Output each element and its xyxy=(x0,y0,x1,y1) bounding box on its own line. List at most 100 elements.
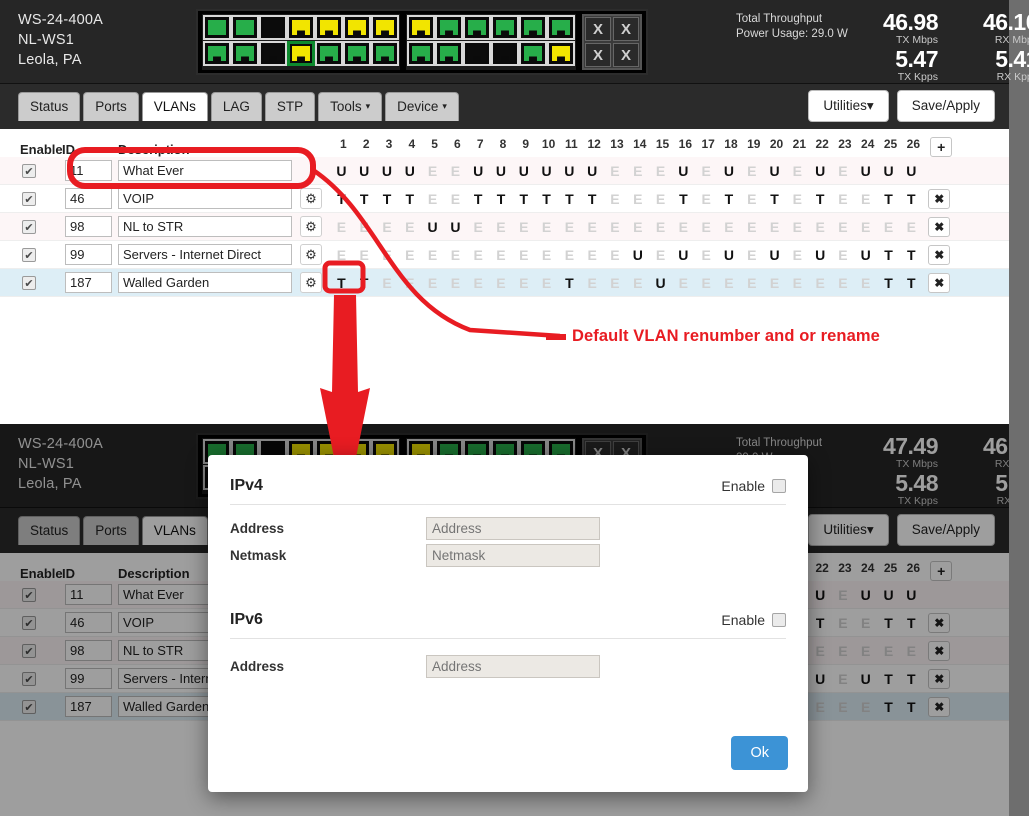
port-membership-cell[interactable]: E xyxy=(672,219,695,235)
port-membership-cell[interactable]: E xyxy=(740,219,763,235)
port-membership-cell[interactable]: E xyxy=(740,191,763,207)
port-membership-cell[interactable]: U xyxy=(672,163,695,179)
port-membership-cell[interactable]: E xyxy=(832,671,855,687)
port-membership-cell[interactable]: U xyxy=(444,219,467,235)
port-membership-cell[interactable]: U xyxy=(535,163,558,179)
port-membership-cell[interactable]: T xyxy=(398,191,421,207)
enable-checkbox[interactable]: ✔ xyxy=(22,700,36,714)
tab-vlans-bottom[interactable]: VLANs xyxy=(141,516,208,545)
save-apply-button-bottom[interactable]: Save/Apply xyxy=(896,514,995,546)
port-membership-cell[interactable]: U xyxy=(900,587,923,603)
port-membership-cell[interactable]: E xyxy=(649,191,672,207)
port-membership-cell[interactable]: E xyxy=(786,247,809,263)
port-membership-cell[interactable]: E xyxy=(353,247,376,263)
port-membership-cell[interactable]: U xyxy=(809,247,832,263)
port-membership-cell[interactable]: T xyxy=(900,247,923,263)
port-pair[interactable] xyxy=(547,15,575,69)
enable-checkbox[interactable]: ✔ xyxy=(22,220,36,234)
port-membership-cell[interactable]: T xyxy=(581,191,604,207)
port-membership-cell[interactable]: T xyxy=(672,191,695,207)
port-membership-cell[interactable]: T xyxy=(900,275,923,291)
port-pair[interactable] xyxy=(259,15,287,69)
port-membership-cell[interactable]: U xyxy=(581,163,604,179)
utilities-button[interactable]: Utilities▾ xyxy=(808,90,889,122)
tab-device[interactable]: Device ▾ xyxy=(385,92,459,121)
port-jack-icon[interactable] xyxy=(371,15,399,40)
port-membership-cell[interactable]: U xyxy=(718,163,741,179)
port-membership-cell[interactable]: E xyxy=(330,219,353,235)
port-membership-cell[interactable]: T xyxy=(809,615,832,631)
port-membership-cell[interactable]: U xyxy=(877,163,900,179)
port-membership-cell[interactable]: E xyxy=(854,699,877,715)
port-membership-cell[interactable]: E xyxy=(353,219,376,235)
port-jack-icon[interactable] xyxy=(547,15,575,40)
port-membership-cell[interactable]: E xyxy=(626,219,649,235)
port-pair[interactable] xyxy=(371,15,399,69)
delete-vlan-button[interactable]: ✖ xyxy=(928,640,951,661)
port-membership-cell[interactable]: E xyxy=(421,247,444,263)
port-membership-cell[interactable]: E xyxy=(467,247,490,263)
port-membership-cell[interactable]: E xyxy=(832,247,855,263)
port-jack-icon[interactable] xyxy=(407,15,435,40)
port-membership-cell[interactable]: E xyxy=(854,191,877,207)
port-membership-cell[interactable]: U xyxy=(398,163,421,179)
port-membership-cell[interactable]: E xyxy=(512,275,535,291)
tab-ports-bottom[interactable]: Ports xyxy=(83,516,139,545)
port-membership-cell[interactable]: E xyxy=(832,275,855,291)
port-membership-cell[interactable]: T xyxy=(877,615,900,631)
port-membership-cell[interactable]: E xyxy=(490,219,513,235)
port-membership-cell[interactable]: E xyxy=(854,219,877,235)
port-jack-icon[interactable] xyxy=(343,41,371,66)
ipv4-enable-checkbox[interactable] xyxy=(772,479,786,493)
port-membership-cell[interactable]: E xyxy=(809,699,832,715)
port-membership-cell[interactable]: E xyxy=(740,163,763,179)
enable-checkbox[interactable]: ✔ xyxy=(22,192,36,206)
table-row[interactable]: ✔ 99 Servers - Internet Direct ⚙ E E E E E E E E E E E… xyxy=(0,241,1009,269)
port-membership-cell[interactable]: T xyxy=(512,191,535,207)
sfp-empty-icon[interactable]: X xyxy=(613,43,639,67)
port-membership-cell[interactable]: E xyxy=(832,643,855,659)
port-membership-cell[interactable]: U xyxy=(854,163,877,179)
port-membership-cell[interactable]: E xyxy=(649,247,672,263)
table-row[interactable]: ✔ 46 VOIP ⚙ T T T T E E T T T T T T E E E T E T E T E T E E T T ✖ xyxy=(0,185,1009,213)
port-jack-icon[interactable] xyxy=(463,15,491,40)
port-membership-cell[interactable]: E xyxy=(535,275,558,291)
vlan-id-input[interactable]: 46 xyxy=(65,612,112,633)
port-jack-icon[interactable] xyxy=(463,41,491,66)
port-membership-cell[interactable]: E xyxy=(581,275,604,291)
port-jack-icon[interactable] xyxy=(287,15,315,40)
vlan-id-input[interactable]: 98 xyxy=(65,640,112,661)
port-membership-cell[interactable]: T xyxy=(877,671,900,687)
gear-icon[interactable]: ⚙ xyxy=(300,244,322,265)
table-row[interactable]: ✔ 11 What Ever U U U U E E U U U U U U E E E U E U E U E U E U U U xyxy=(0,157,1009,185)
port-membership-cell[interactable]: U xyxy=(900,163,923,179)
port-membership-cell[interactable]: E xyxy=(695,219,718,235)
port-membership-cell[interactable]: E xyxy=(695,275,718,291)
port-membership-cell[interactable]: E xyxy=(832,587,855,603)
port-pair[interactable] xyxy=(343,15,371,69)
port-membership-cell[interactable]: E xyxy=(330,247,353,263)
port-pair[interactable] xyxy=(435,15,463,69)
port-membership-cell[interactable]: E xyxy=(376,275,399,291)
table-row[interactable]: ✔ 187 Walled Garden ⚙ T T E E E E E E E E T E E E U E E E E E E E… xyxy=(0,269,1009,297)
port-membership-cell[interactable]: E xyxy=(877,643,900,659)
port-membership-cell[interactable]: E xyxy=(535,247,558,263)
port-membership-cell[interactable]: E xyxy=(718,219,741,235)
port-membership-cell[interactable]: E xyxy=(740,275,763,291)
port-membership-cell[interactable]: E xyxy=(398,247,421,263)
port-membership-cell[interactable]: E xyxy=(421,191,444,207)
port-jack-icon[interactable] xyxy=(259,41,287,66)
vlan-id-input[interactable]: 187 xyxy=(65,272,112,293)
port-membership-cell[interactable]: E xyxy=(467,275,490,291)
port-membership-cell[interactable]: U xyxy=(854,671,877,687)
port-jack-icon[interactable] xyxy=(203,41,231,66)
tab-vlans[interactable]: VLANs xyxy=(141,92,208,121)
vlan-id-input[interactable]: 98 xyxy=(65,216,112,237)
delete-vlan-button[interactable]: ✖ xyxy=(928,188,951,209)
port-membership-cell[interactable]: E xyxy=(444,247,467,263)
port-jack-icon[interactable] xyxy=(287,41,315,66)
enable-checkbox[interactable]: ✔ xyxy=(22,588,36,602)
vlan-id-input[interactable]: 46 xyxy=(65,188,112,209)
port-membership-cell[interactable]: U xyxy=(421,219,444,235)
port-membership-cell[interactable]: E xyxy=(604,163,627,179)
